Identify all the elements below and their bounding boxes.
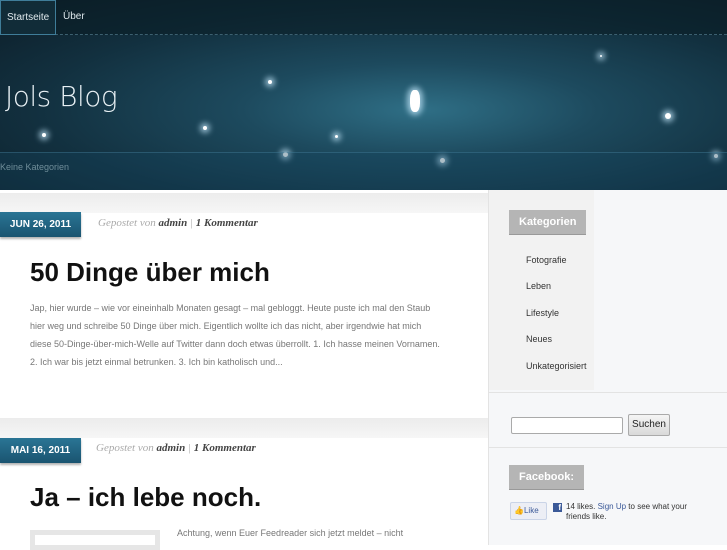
nav-startseite[interactable]: Startseite	[0, 0, 57, 35]
meta-separator: |	[187, 442, 191, 454]
category-link[interactable]: Leben	[526, 281, 551, 291]
divider	[488, 447, 727, 448]
post-title[interactable]: Ja – ich lebe noch.	[30, 482, 261, 513]
category-bar	[0, 152, 727, 190]
post-author-link[interactable]: admin	[158, 217, 187, 229]
meta-prefix: Gepostet von	[98, 217, 156, 229]
meta-prefix: Gepostet von	[96, 442, 154, 454]
star-decoration	[42, 133, 46, 137]
no-categories-text: Keine Kategorien	[0, 162, 70, 172]
thumbs-up-icon: 👍	[514, 506, 524, 515]
post-comments-link[interactable]: 1 Kommentar	[196, 217, 258, 229]
category-link[interactable]: Fotografie	[526, 255, 567, 265]
facebook-like-button[interactable]: 👍Like	[510, 502, 547, 520]
star-decoration	[335, 135, 338, 138]
post-comments-link[interactable]: 1 Kommentar	[194, 442, 256, 454]
excerpt-line: hier weg und schreibe 50 Dinge über mich…	[30, 321, 422, 331]
star-decoration	[600, 55, 602, 57]
facebook-likes-text: 14 likes. Sign Up to see what your frien…	[566, 502, 706, 522]
post-title[interactable]: 50 Dinge über mich	[30, 257, 270, 288]
sidebar: Kategorien	[488, 190, 727, 545]
star-decoration	[665, 113, 671, 119]
search-button[interactable]: Suchen	[628, 414, 670, 436]
categories-widget-title: Kategorien	[509, 210, 587, 235]
category-link[interactable]: Lifestyle	[526, 308, 559, 318]
star-decoration	[203, 126, 207, 130]
like-label: Like	[523, 506, 539, 515]
likes-count: 14 likes.	[566, 502, 596, 511]
post-author-link[interactable]: admin	[156, 442, 185, 454]
meta-separator: |	[189, 217, 193, 229]
post-excerpt: Jap, hier wurde – wie vor eineinhalb Mon…	[30, 299, 460, 371]
divider	[488, 392, 727, 393]
signup-link[interactable]: Sign Up	[598, 502, 626, 511]
excerpt-line: 2. Ich war bis jetzt einmal betrunken. 3…	[30, 357, 283, 367]
post-meta: Gepostet von admin | 1 Kommentar	[98, 217, 258, 229]
excerpt-line: Jap, hier wurde – wie vor eineinhalb Mon…	[30, 303, 431, 313]
category-link[interactable]: Neues	[526, 334, 552, 344]
facebook-icon: f	[553, 503, 562, 512]
main-nav: Startseite Über	[0, 0, 727, 35]
star-decoration	[268, 80, 272, 84]
post-meta: Gepostet von admin | 1 Kommentar	[96, 442, 256, 454]
star-decoration	[410, 90, 420, 112]
facebook-widget-title: Facebook:	[509, 465, 585, 490]
post-separator	[0, 418, 488, 438]
blog-title[interactable]: Jols Blog	[5, 80, 118, 113]
excerpt-line: diese 50-Dinge-über-mich-Welle auf Twitt…	[30, 339, 440, 349]
header-banner: Startseite Über Jols Blog Keine Kategori…	[0, 0, 727, 190]
post-excerpt: Achtung, wenn Euer Feedreader sich jetzt…	[177, 528, 404, 538]
nav-ueber[interactable]: Über	[57, 0, 91, 35]
category-link[interactable]: Unkategorisiert	[526, 361, 587, 371]
post-separator	[0, 193, 488, 213]
search-input[interactable]	[511, 417, 623, 434]
post-date-badge: MAI 16, 2011	[0, 438, 81, 463]
post-thumbnail[interactable]	[30, 530, 160, 550]
post-date-badge: JUN 26, 2011	[0, 212, 81, 237]
